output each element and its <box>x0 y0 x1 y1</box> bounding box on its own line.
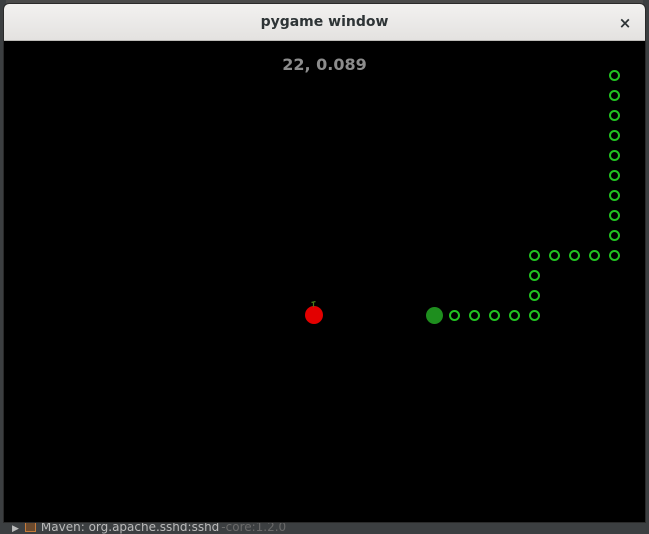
snake-body-segment <box>528 249 540 261</box>
close-icon[interactable]: × <box>615 13 635 33</box>
snake-body-segment <box>508 309 520 321</box>
background-ide-status-row: ▶ Maven: org.apache.sshd:sshd -core:1.2.0 <box>0 520 649 534</box>
snake-head <box>425 306 443 324</box>
snake-body-segment <box>608 69 620 81</box>
snake-body-segment <box>608 129 620 141</box>
window-titlebar[interactable]: pygame window × <box>4 4 645 41</box>
snake-body-segment <box>588 249 600 261</box>
snake-body-segment <box>608 249 620 261</box>
expand-triangle-icon[interactable]: ▶ <box>12 522 19 534</box>
snake-body-segment <box>548 249 560 261</box>
game-canvas[interactable]: 22, 0.089 <box>4 41 645 522</box>
snake-body-segment <box>488 309 500 321</box>
snake-body-segment <box>608 149 620 161</box>
maven-library-icon <box>24 522 36 532</box>
snake-body-segment <box>528 309 540 321</box>
background-maven-label: Maven: org.apache.sshd:sshd <box>40 520 220 534</box>
snake-body-segment <box>608 89 620 101</box>
pygame-window: pygame window × 22, 0.089 <box>4 4 645 522</box>
snake-body-segment <box>608 109 620 121</box>
snake-body-segment <box>468 309 480 321</box>
background-maven-label-dim: -core:1.2.0 <box>221 520 287 534</box>
snake-body-segment <box>568 249 580 261</box>
apple-food <box>305 301 323 324</box>
snake-body-segment <box>608 169 620 181</box>
snake-body-segment <box>448 309 460 321</box>
score-display: 22, 0.089 <box>282 55 367 74</box>
snake-body-segment <box>528 289 540 301</box>
snake-body-segment <box>528 269 540 281</box>
apple-stem-icon <box>311 301 316 307</box>
snake-body-segment <box>608 209 620 221</box>
snake-body-segment <box>608 229 620 241</box>
window-title: pygame window <box>260 14 389 30</box>
snake-body-segment <box>608 189 620 201</box>
